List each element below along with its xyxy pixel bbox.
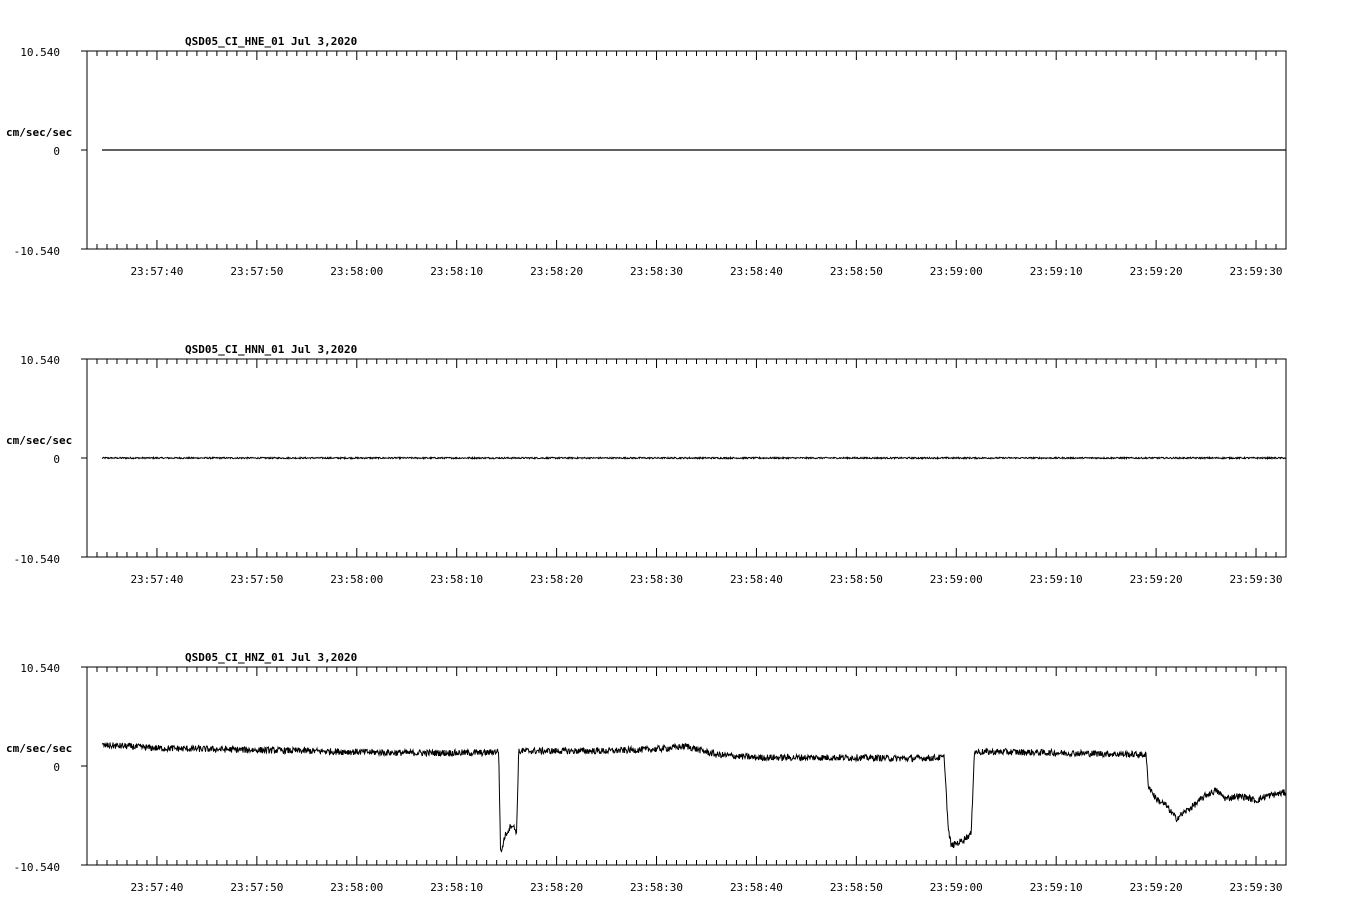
x-tick-label: 23:58:50 [830,573,883,586]
y-axis-label: cm/sec/sec [6,434,72,447]
x-tick-label: 23:58:30 [630,573,683,586]
x-tick-label: 23:58:20 [530,573,583,586]
x-tick-label: 23:57:50 [230,265,283,278]
x-tick-label: 23:57:50 [230,881,283,894]
x-tick-label: 23:59:30 [1230,881,1283,894]
x-tick-label: 23:58:40 [730,573,783,586]
x-tick-label: 23:58:00 [330,881,383,894]
panel-title: QSD05_CI_HNZ_01 Jul 3,2020 [185,651,357,664]
y-tick-bottom: -10.540 [14,861,60,874]
panel-hnz: QSD05_CI_HNZ_01 Jul 3,2020 10.540 cm/sec… [6,651,1287,894]
x-tick-label: 23:58:10 [430,265,483,278]
y-tick-top: 10.540 [20,354,60,367]
x-tick-label: 23:57:50 [230,573,283,586]
waveform-line [101,742,1287,853]
x-tick-labels: 23:57:40 23:57:50 23:58:00 23:58:10 23:58:20… [130,573,1282,586]
x-tick-label: 23:58:10 [430,881,483,894]
x-tick-label: 23:59:10 [1030,881,1083,894]
x-tick-label: 23:58:40 [730,265,783,278]
x-tick-label: 23:58:20 [530,881,583,894]
y-tick-top: 10.540 [20,46,60,59]
x-tick-label: 23:59:20 [1130,265,1183,278]
y-tick-zero: 0 [53,761,60,774]
seismogram-figure: QSD05_CI_HNE_01 Jul 3,2020 10.540 cm/sec… [6,35,1287,894]
x-tick-label: 23:59:00 [930,881,983,894]
x-tick-label: 23:57:40 [130,881,183,894]
x-tick-label: 23:58:30 [630,265,683,278]
x-tick-label: 23:59:10 [1030,265,1083,278]
plot-frame [86,666,1287,866]
waveform-line [101,455,1287,461]
x-tick-label: 23:58:50 [830,881,883,894]
x-tick-label: 23:59:30 [1230,265,1283,278]
x-tick-label: 23:58:20 [530,265,583,278]
y-axis-label: cm/sec/sec [6,742,72,755]
y-axis-label: cm/sec/sec [6,126,72,139]
x-tick-label: 23:59:00 [930,265,983,278]
panel-hne: QSD05_CI_HNE_01 Jul 3,2020 10.540 cm/sec… [6,35,1287,278]
x-tick-label: 23:58:50 [830,265,883,278]
x-tick-label: 23:58:10 [430,573,483,586]
x-tick-label: 23:57:40 [130,573,183,586]
x-tick-label: 23:59:20 [1130,573,1183,586]
y-tick-zero: 0 [53,145,60,158]
x-tick-labels: 23:57:40 23:57:50 23:58:00 23:58:10 23:58:20… [130,265,1282,278]
y-tick-bottom: -10.540 [14,553,60,566]
x-tick-label: 23:59:10 [1030,573,1083,586]
panel-hnn: QSD05_CI_HNN_01 Jul 3,2020 10.540 cm/sec… [6,343,1287,586]
x-tick-label: 23:58:00 [330,573,383,586]
panel-title: QSD05_CI_HNN_01 Jul 3,2020 [185,343,357,356]
x-tick-label: 23:57:40 [130,265,183,278]
panel-title: QSD05_CI_HNE_01 Jul 3,2020 [185,35,357,48]
tick-marks [81,666,1287,866]
y-tick-zero: 0 [53,453,60,466]
x-tick-labels: 23:57:40 23:57:50 23:58:00 23:58:10 23:58:20… [130,881,1282,894]
x-tick-label: 23:59:00 [930,573,983,586]
x-tick-label: 23:59:20 [1130,881,1183,894]
x-tick-label: 23:59:30 [1230,573,1283,586]
x-tick-label: 23:58:30 [630,881,683,894]
x-tick-label: 23:58:40 [730,881,783,894]
x-tick-label: 23:58:00 [330,265,383,278]
y-tick-bottom: -10.540 [14,245,60,258]
y-tick-top: 10.540 [20,662,60,675]
